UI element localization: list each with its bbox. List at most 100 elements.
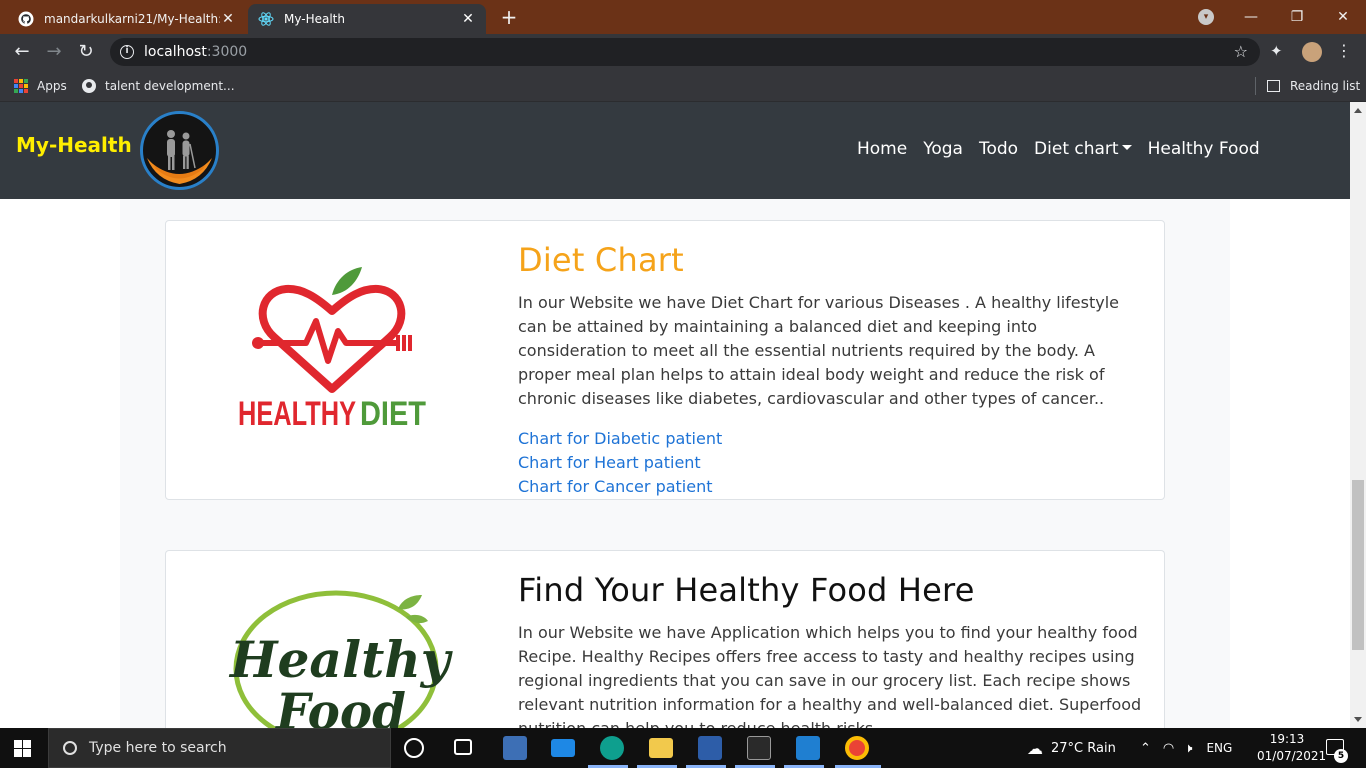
- healthy-food-card: Healthy Food Find Your Healthy Food Here…: [165, 550, 1165, 728]
- store-icon[interactable]: [503, 736, 527, 760]
- cortana-icon[interactable]: [404, 738, 424, 758]
- task-view-icon[interactable]: [454, 739, 472, 755]
- bookmarks-divider: [1255, 77, 1256, 95]
- bookmark-star-icon[interactable]: ☆: [1234, 42, 1248, 61]
- language-indicator[interactable]: ENG: [1206, 741, 1232, 755]
- page-scrollbar[interactable]: [1350, 102, 1366, 728]
- diet-word: DIET: [360, 395, 426, 433]
- powershell-icon[interactable]: [698, 736, 722, 760]
- wifi-icon[interactable]: ◠: [1163, 741, 1174, 756]
- globe-icon: [82, 79, 96, 93]
- bookmarks-bar: Apps talent development... Reading list: [0, 70, 1366, 102]
- nav-diet-chart-dropdown[interactable]: Diet chart: [1034, 139, 1132, 159]
- volume-icon[interactable]: 🕨: [1184, 741, 1192, 756]
- tray-icons: ⌃ ◠ 🕨 ENG: [1140, 728, 1232, 768]
- file-explorer-icon[interactable]: [649, 738, 673, 758]
- browser-tab-strip: mandarkulkarni21/My-Health: W ✕ My-Healt…: [0, 0, 1366, 34]
- site-nav-links: Home Yoga Todo Diet chart Healthy Food: [857, 139, 1276, 159]
- nav-diet-chart-label: Diet chart: [1034, 139, 1119, 159]
- family-care-logo-icon: [143, 114, 216, 187]
- diet-chart-card: HEALTHY DIET Diet Chart In our Website w…: [165, 220, 1165, 500]
- healthy-word: HEALTHY: [238, 395, 356, 433]
- notification-count-badge: 5: [1334, 749, 1348, 763]
- address-bar[interactable]: i localhost:3000 ☆: [110, 38, 1260, 66]
- taskbar-search-placeholder: Type here to search: [89, 740, 227, 756]
- edge-icon[interactable]: [600, 736, 624, 760]
- nav-home[interactable]: Home: [857, 139, 907, 159]
- nav-todo[interactable]: Todo: [979, 139, 1018, 159]
- forward-arrow-icon[interactable]: →: [43, 41, 65, 63]
- extensions-puzzle-icon[interactable]: ✦: [1270, 42, 1283, 60]
- windows-start-icon[interactable]: [14, 740, 31, 757]
- healthy-food-logo-icon: Healthy Food: [228, 590, 453, 728]
- tab-title: My-Health: [284, 12, 345, 26]
- search-icon: [63, 741, 77, 755]
- nav-healthy-food[interactable]: Healthy Food: [1148, 139, 1260, 159]
- terminal-icon[interactable]: [747, 736, 771, 760]
- reload-icon[interactable]: ↻: [75, 41, 97, 63]
- restore-icon[interactable]: ❐: [1274, 0, 1320, 34]
- caret-down-icon: [1121, 145, 1132, 150]
- windows-taskbar: Type here to search ☁ 27°C Rain ⌃ ◠ 🕨 EN…: [0, 728, 1366, 768]
- diabetic-chart-link[interactable]: Chart for Diabetic patient: [518, 427, 1148, 451]
- apps-grid-icon: [14, 79, 28, 93]
- chrome-icon[interactable]: [845, 736, 869, 760]
- weather-widget[interactable]: ☁ 27°C Rain: [1027, 728, 1116, 768]
- tab-title: mandarkulkarni21/My-Health: W: [44, 12, 220, 26]
- profile-avatar[interactable]: [1302, 42, 1322, 62]
- scroll-up-arrow-icon[interactable]: [1354, 108, 1362, 113]
- scroll-down-arrow-icon[interactable]: [1354, 717, 1362, 722]
- scrollbar-thumb[interactable]: [1352, 480, 1364, 650]
- healthy-diet-image: HEALTHY DIET: [166, 221, 506, 499]
- new-tab-button[interactable]: +: [498, 6, 520, 28]
- page-viewport: My-Health Home Yoga Todo Diet chart Heal…: [0, 102, 1350, 728]
- site-brand[interactable]: My-Health: [16, 133, 132, 157]
- food-script-word: Food: [274, 682, 406, 728]
- healthy-food-image: Healthy Food: [166, 551, 506, 728]
- chevron-up-icon[interactable]: ⌃: [1140, 741, 1151, 756]
- window-close-icon[interactable]: ✕: [1320, 0, 1366, 34]
- clock-date: 01/07/2021: [1257, 749, 1327, 763]
- window-controls: — ❐ ✕: [1228, 0, 1366, 34]
- bookmark-label: talent development...: [105, 79, 235, 93]
- healthy-food-description: In our Website we have Application which…: [518, 623, 1142, 728]
- clock-time: 19:13: [1269, 732, 1305, 746]
- reading-list-button[interactable]: Reading list: [1267, 76, 1360, 96]
- mail-icon[interactable]: [551, 739, 575, 757]
- vscode-icon[interactable]: [796, 736, 820, 760]
- reading-list-icon: [1267, 80, 1280, 92]
- github-icon: [18, 11, 34, 27]
- diet-chart-description: In our Website we have Diet Chart for va…: [518, 293, 1120, 408]
- more-menu-icon[interactable]: ⋮: [1336, 41, 1352, 60]
- bookmark-talent[interactable]: talent development...: [82, 76, 235, 96]
- url-port: :3000: [206, 44, 248, 60]
- site-navbar: My-Health Home Yoga Todo Diet chart Heal…: [0, 102, 1350, 199]
- diet-chart-links: Chart for Diabetic patient Chart for Hea…: [518, 427, 1148, 499]
- back-arrow-icon[interactable]: ←: [11, 41, 33, 63]
- healthy-script-word: Healthy: [228, 630, 453, 689]
- cloud-rain-icon: ☁: [1027, 738, 1043, 758]
- nav-yoga[interactable]: Yoga: [923, 139, 963, 159]
- minimize-icon[interactable]: —: [1228, 0, 1274, 34]
- healthy-food-title: Find Your Healthy Food Here: [518, 571, 975, 609]
- browser-tab-github[interactable]: mandarkulkarni21/My-Health: W ✕: [8, 4, 246, 34]
- browser-toolbar: ← → ↻ i localhost:3000 ☆ ✦ ⋮: [0, 34, 1366, 70]
- bookmark-apps[interactable]: Apps: [14, 76, 67, 96]
- tab-search-icon[interactable]: ▾: [1198, 9, 1214, 25]
- taskbar-search-box[interactable]: Type here to search: [48, 728, 391, 768]
- react-icon: [258, 12, 274, 26]
- healthy-food-card-body: Find Your Healthy Food Here In our Websi…: [518, 551, 1148, 728]
- heart-chart-link[interactable]: Chart for Heart patient: [518, 451, 1148, 475]
- close-icon[interactable]: ✕: [220, 11, 236, 27]
- cancer-chart-link[interactable]: Chart for Cancer patient: [518, 475, 1148, 499]
- site-logo: [140, 111, 219, 190]
- diet-chart-title: Diet Chart: [518, 241, 684, 279]
- weather-text: 27°C Rain: [1051, 740, 1116, 756]
- heart-fork-logo-icon: HEALTHY DIET: [238, 267, 426, 433]
- bookmark-label: Apps: [37, 79, 67, 93]
- taskbar-clock[interactable]: 19:13 01/07/2021: [1257, 731, 1327, 765]
- close-icon[interactable]: ✕: [460, 11, 476, 27]
- site-info-icon[interactable]: i: [120, 45, 134, 59]
- reading-list-label: Reading list: [1290, 79, 1361, 93]
- browser-tab-my-health[interactable]: My-Health ✕: [248, 4, 486, 34]
